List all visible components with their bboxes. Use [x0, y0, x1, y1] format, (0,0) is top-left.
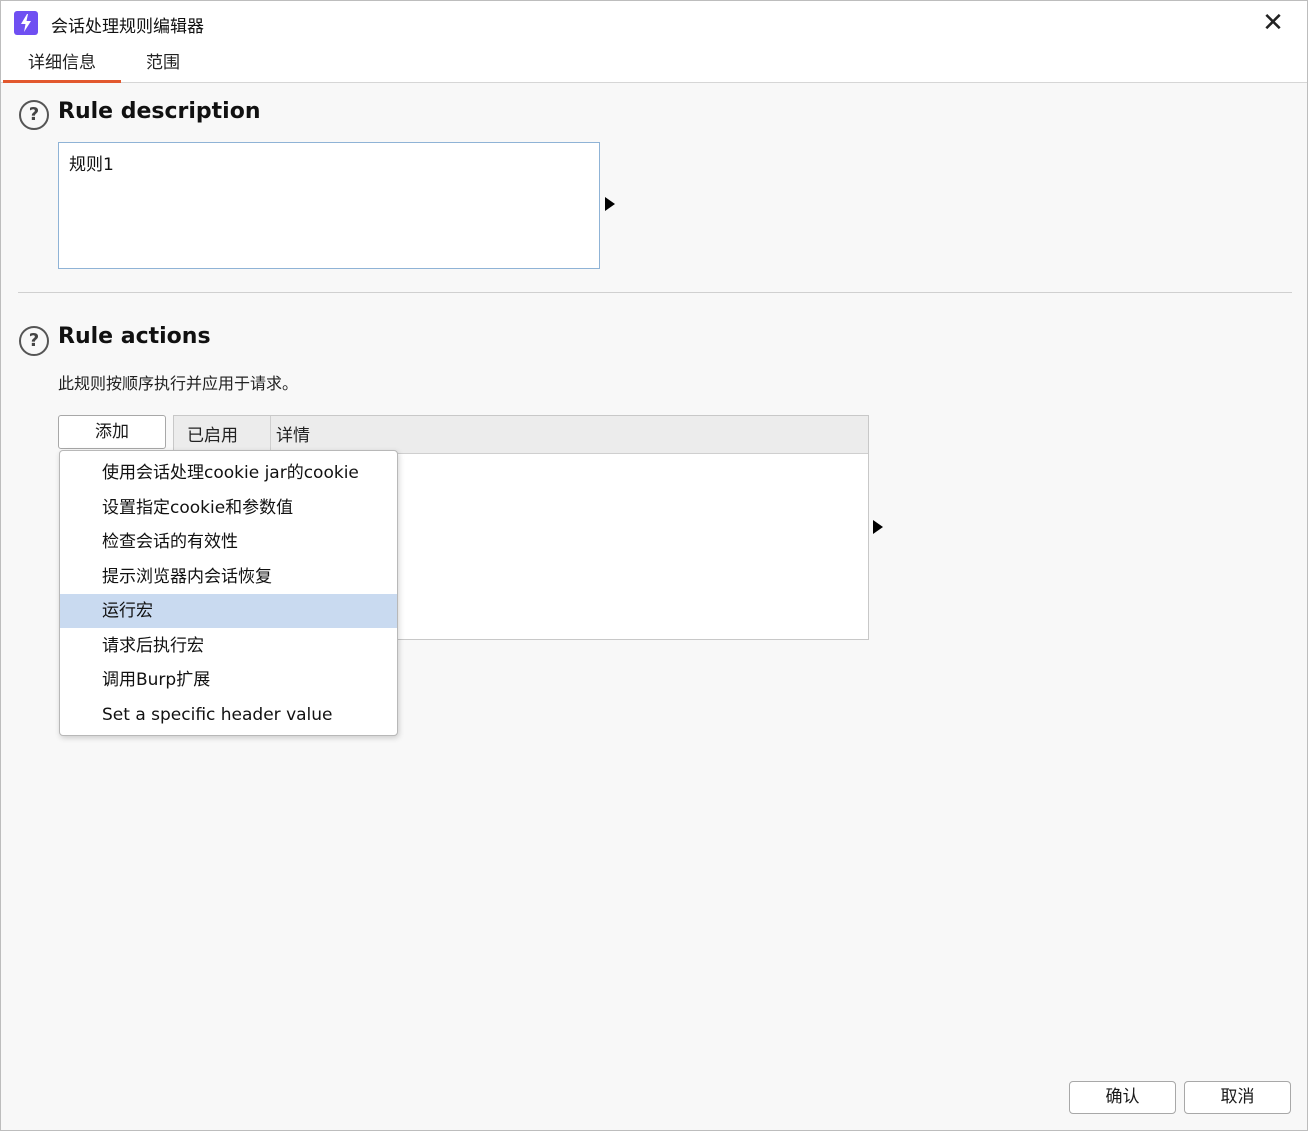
window-title: 会话处理规则编辑器	[51, 17, 204, 37]
cancel-button[interactable]: 取消	[1184, 1081, 1291, 1114]
help-icon[interactable]: ?	[19, 100, 49, 130]
tab-bar: 详细信息 范围	[1, 45, 1307, 83]
table-header: 已启用 详情	[174, 416, 868, 454]
expand-arrow-icon[interactable]	[873, 520, 883, 534]
tab-scope[interactable]: 范围	[141, 45, 185, 80]
rule-actions-heading: Rule actions	[58, 324, 211, 349]
tab-details[interactable]: 详细信息	[3, 45, 121, 83]
rule-actions-description: 此规则按顺序执行并应用于请求。	[58, 374, 299, 393]
ok-button[interactable]: 确认	[1069, 1081, 1176, 1114]
menu-item-set-header[interactable]: Set a specific header value	[60, 698, 397, 732]
expand-arrow-icon[interactable]	[605, 197, 615, 211]
rule-description-value: 规则1	[69, 155, 114, 175]
column-details[interactable]: 详情	[276, 416, 310, 453]
menu-item-post-request-macro[interactable]: 请求后执行宏	[60, 629, 397, 663]
column-separator[interactable]	[270, 416, 271, 453]
session-rule-editor-window: 会话处理规则编辑器 ✕ 详细信息 范围 ? Rule description 规…	[0, 0, 1308, 1131]
column-enabled[interactable]: 已启用	[187, 416, 238, 453]
menu-item-browser-recovery[interactable]: 提示浏览器内会话恢复	[60, 560, 397, 594]
title-bar: 会话处理规则编辑器 ✕	[1, 1, 1307, 45]
close-icon[interactable]: ✕	[1249, 1, 1297, 45]
help-icon[interactable]: ?	[19, 326, 49, 356]
rule-description-input[interactable]: 规则1	[58, 142, 600, 269]
burp-lightning-icon	[14, 11, 38, 35]
rule-description-heading: Rule description	[58, 99, 261, 124]
menu-item-use-cookie-jar[interactable]: 使用会话处理cookie jar的cookie	[60, 456, 397, 490]
add-action-menu: 使用会话处理cookie jar的cookie 设置指定cookie和参数值 检…	[59, 450, 398, 736]
menu-item-run-macro[interactable]: 运行宏	[60, 594, 397, 628]
section-divider	[18, 292, 1292, 293]
add-action-button[interactable]: 添加	[58, 415, 166, 449]
menu-item-invoke-extension[interactable]: 调用Burp扩展	[60, 663, 397, 697]
menu-item-set-cookie-param[interactable]: 设置指定cookie和参数值	[60, 491, 397, 525]
menu-item-check-session[interactable]: 检查会话的有效性	[60, 525, 397, 559]
